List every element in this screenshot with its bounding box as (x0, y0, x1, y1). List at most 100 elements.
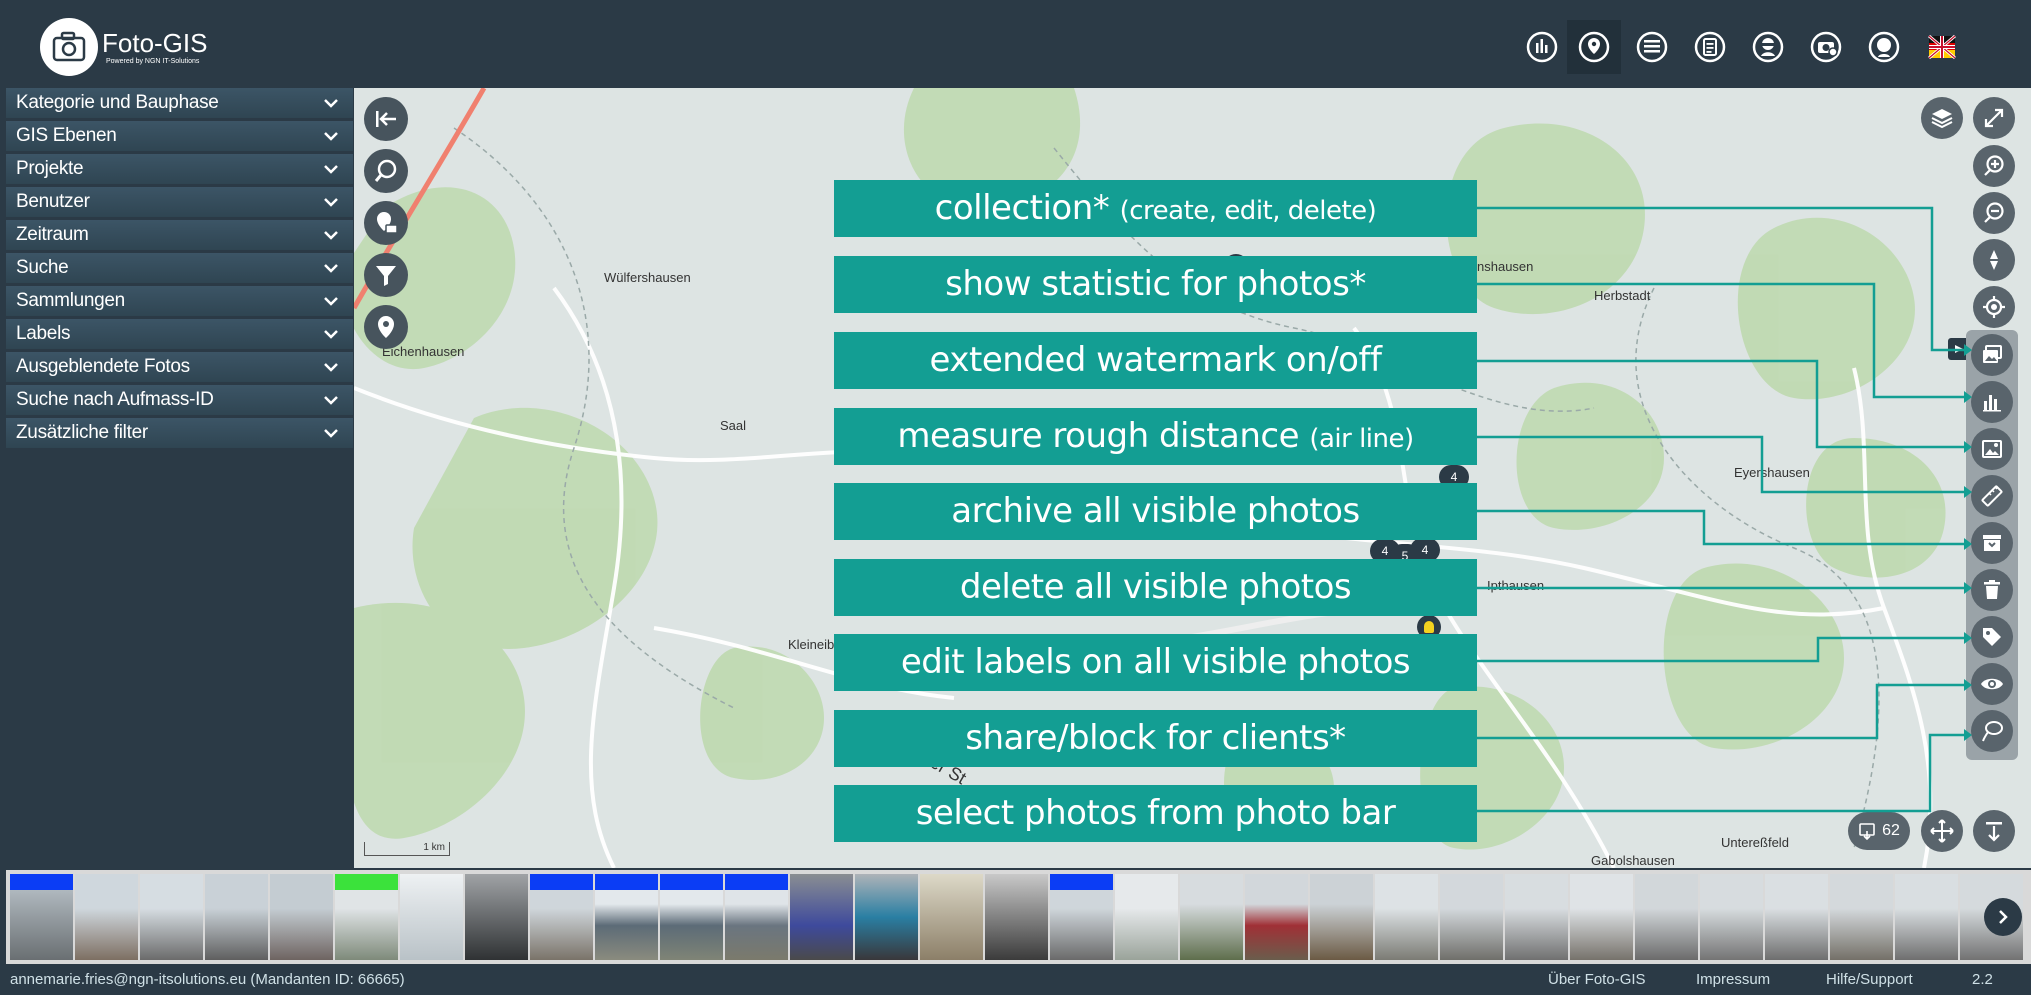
photo-thumbnail[interactable] (75, 874, 138, 960)
accordion-label: GIS Ebenen (16, 125, 117, 146)
chevron-down-icon (324, 330, 338, 339)
callout-delete: delete all visible photos (834, 559, 1477, 616)
footer-help-link[interactable]: Hilfe/Support (1826, 971, 1913, 988)
photo-tag-blue (10, 874, 73, 890)
accordion-label: Ausgeblendete Fotos (16, 356, 190, 377)
accordion-labels[interactable]: Labels (6, 319, 353, 349)
photo-thumbnail[interactable] (1895, 874, 1958, 960)
user-icon (1868, 31, 1900, 63)
language-button[interactable] (1915, 20, 1969, 74)
accordion-label: Kategorie und Bauphase (16, 92, 219, 113)
photo-thumbnail[interactable] (1830, 874, 1893, 960)
user-profile-button[interactable] (1857, 20, 1911, 74)
callout-collection: collection* (create, edit, delete) (834, 180, 1477, 237)
accordion-zeitraum[interactable]: Zeitraum (6, 220, 353, 250)
callout-select: select photos from photo bar (834, 785, 1477, 842)
photo-thumbnail[interactable] (1245, 874, 1308, 960)
photo-thumbnail[interactable] (1180, 874, 1243, 960)
footer-version: 2.2 (1972, 971, 1993, 988)
footer-user: annemarie.fries@ngn-itsolutions.eu (Mand… (10, 971, 405, 988)
photo-bar[interactable] (6, 870, 2031, 964)
callout-small: (air line) (1309, 424, 1414, 454)
footer: annemarie.fries@ngn-itsolutions.eu (Mand… (0, 964, 2031, 995)
photo-thumbnail[interactable] (1375, 874, 1438, 960)
privacy-mask-button[interactable] (1741, 20, 1795, 74)
callout-main: share/block for clients* (965, 718, 1346, 758)
accordion-projekte[interactable]: Projekte (6, 154, 353, 184)
photo-thumbnail[interactable] (1635, 874, 1698, 960)
photo-thumbnail[interactable] (1310, 874, 1373, 960)
callout-main: extended watermark on/off (929, 340, 1382, 380)
photo-thumbnail[interactable] (790, 874, 853, 960)
list-view-button[interactable] (1625, 20, 1679, 74)
accordion-sammlungen[interactable]: Sammlungen (6, 286, 353, 316)
photo-tag-blue (660, 874, 723, 890)
app-root: Foto-GIS Powered by NGN IT-Solutions Kat… (0, 0, 2031, 995)
accordion-ausgeblendete-fotos[interactable]: Ausgeblendete Fotos (6, 352, 353, 382)
face-mask-icon (1752, 31, 1784, 63)
photo-tag-blue (1050, 874, 1113, 890)
chevron-down-icon (324, 231, 338, 240)
photo-tag-blue (530, 874, 593, 890)
photo-thumbnail[interactable] (725, 874, 788, 960)
footer-about-link[interactable]: Über Foto-GIS (1548, 971, 1646, 988)
callout-main: edit labels on all visible photos (900, 642, 1411, 682)
photo-thumbnail[interactable] (205, 874, 268, 960)
accordion-gis-ebenen[interactable]: GIS Ebenen (6, 121, 353, 151)
accordion-suche[interactable]: Suche (6, 253, 353, 283)
accordion-label: Zeitraum (16, 224, 89, 245)
photo-thumbnail[interactable] (1700, 874, 1763, 960)
flag-icon (1928, 34, 1956, 60)
callout-main: measure rough distance (897, 416, 1300, 456)
callout-archive: archive all visible photos (834, 483, 1477, 540)
photo-thumbnail[interactable] (1765, 874, 1828, 960)
camera-icon (52, 31, 86, 62)
photo-thumbnail[interactable] (530, 874, 593, 960)
chevron-down-icon (324, 429, 338, 438)
map-view-button[interactable] (1567, 20, 1621, 74)
callout-watermark: extended watermark on/off (834, 332, 1477, 389)
statistics-icon (1526, 31, 1558, 63)
photo-thumbnail[interactable] (1570, 874, 1633, 960)
top-header: Foto-GIS Powered by NGN IT-Solutions (6, 6, 2031, 87)
map-canvas[interactable]: Wülfershausen Eichenhausen Saal Kleineib… (354, 88, 2031, 868)
photo-thumbnail[interactable] (1440, 874, 1503, 960)
callout-statistic: show statistic for photos* (834, 256, 1477, 313)
photo-thumbnail[interactable] (140, 874, 203, 960)
chevron-down-icon (324, 165, 338, 174)
chevron-down-icon (324, 297, 338, 306)
clipboard-icon (1694, 31, 1726, 63)
camera-settings-button[interactable] (1799, 20, 1853, 74)
photo-thumbnail[interactable] (1050, 874, 1113, 960)
photo-thumbnail[interactable] (855, 874, 918, 960)
accordion-label: Labels (16, 323, 71, 344)
photobar-next-button[interactable] (1984, 898, 2022, 936)
app-logo[interactable] (40, 18, 98, 76)
photo-thumbnail[interactable] (10, 874, 73, 960)
accordion-aufmass-id[interactable]: Suche nach Aufmass-ID (6, 385, 353, 415)
accordion-zusaetzliche-filter[interactable]: Zusätzliche filter (6, 418, 353, 448)
photo-thumbnail[interactable] (400, 874, 463, 960)
callout-main: collection* (934, 188, 1110, 228)
accordion-benutzer[interactable]: Benutzer (6, 187, 353, 217)
callout-labels: edit labels on all visible photos (834, 634, 1477, 691)
clipboard-button[interactable] (1683, 20, 1737, 74)
photo-thumbnail[interactable] (335, 874, 398, 960)
chevron-down-icon (324, 99, 338, 108)
photo-thumbnail[interactable] (1115, 874, 1178, 960)
app-title: Foto-GIS (102, 28, 208, 58)
statistics-button[interactable] (1515, 20, 1569, 74)
photo-thumbnail[interactable] (270, 874, 333, 960)
photo-thumbnail[interactable] (985, 874, 1048, 960)
photo-thumbnail[interactable] (465, 874, 528, 960)
photo-tag-green (335, 874, 398, 890)
accordion-kategorie[interactable]: Kategorie und Bauphase (6, 88, 353, 118)
camera-settings-icon (1810, 31, 1842, 63)
accordion-label: Suche nach Aufmass-ID (16, 389, 214, 410)
photo-thumbnail[interactable] (595, 874, 658, 960)
footer-impressum-link[interactable]: Impressum (1696, 971, 1770, 988)
photo-thumbnail[interactable] (660, 874, 723, 960)
photo-thumbnail[interactable] (920, 874, 983, 960)
photo-thumbnail[interactable] (1505, 874, 1568, 960)
accordion-label: Benutzer (16, 191, 90, 212)
